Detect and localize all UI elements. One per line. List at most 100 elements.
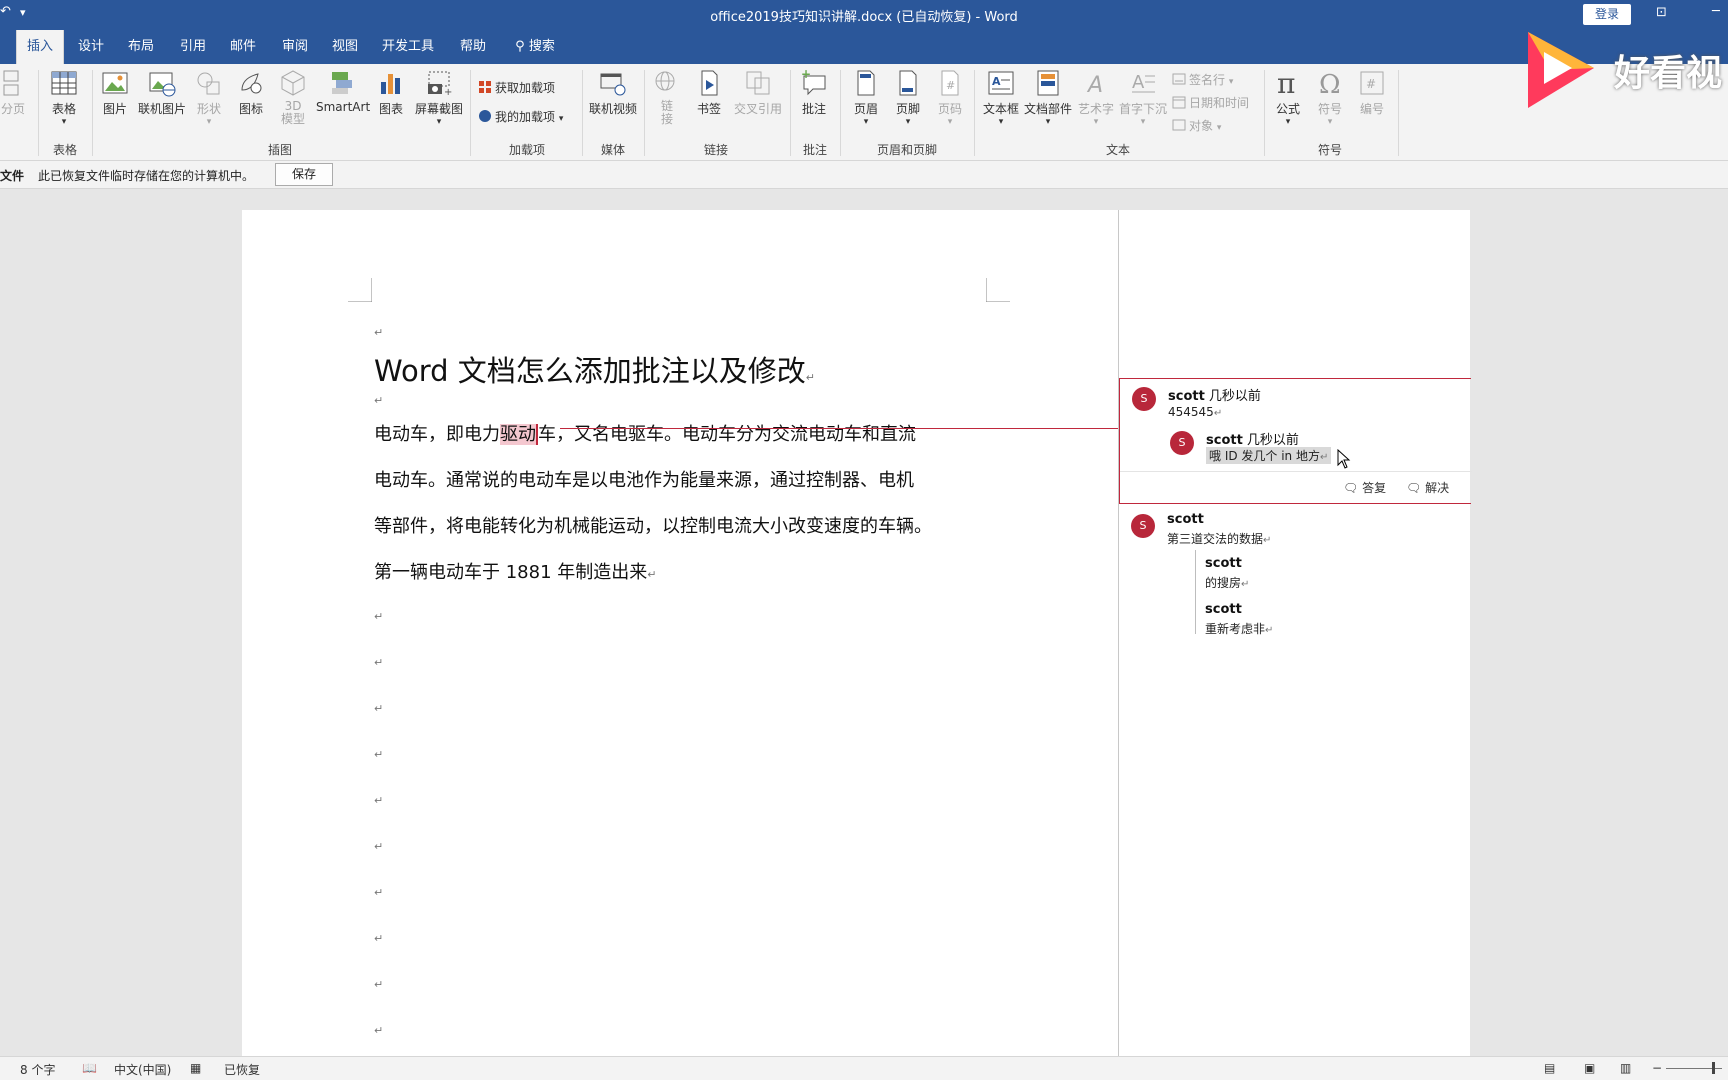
tab-help[interactable]: 帮助	[452, 30, 494, 64]
body-line-4[interactable]: 第一辆电动车于 1881 年制造出来↵	[374, 558, 656, 584]
smartart-button[interactable]: SmartArt	[316, 68, 370, 114]
chevron-down-icon: ▾	[1140, 117, 1146, 127]
shapes-button[interactable]: 形状 ▾	[192, 68, 226, 127]
textbox-button[interactable]: A 文本框 ▾	[980, 68, 1022, 127]
tab-developer[interactable]: 开发工具	[378, 30, 438, 64]
body-line-1[interactable]: 电动车，即电力驱动 车，又名电驱车。电动车分为交流电动车和直流	[374, 420, 916, 446]
document-page[interactable]: ↵ Word 文档怎么添加批注以及修改↵ ↵ 电动车，即电力驱动 车，又名电驱车。…	[242, 210, 1118, 1060]
page-break-button[interactable]: 分页	[0, 68, 26, 117]
word-count[interactable]: 8 个字	[20, 1061, 55, 1078]
online-picture-button[interactable]: 联机图片	[136, 68, 188, 117]
resolve-button[interactable]: 🗨 解决	[1406, 479, 1449, 496]
paragraph-mark: ↵	[1213, 408, 1223, 419]
svg-text:A: A	[1086, 73, 1103, 98]
comment-text[interactable]: 第三道交法的数据↵	[1167, 530, 1271, 547]
login-button[interactable]: 登录	[1583, 4, 1631, 25]
comment-thread-active[interactable]: S scott 几秒以前 454545↵ S scott 几秒以前 哦 ID 发几个…	[1119, 378, 1472, 504]
comment-text[interactable]: 454545↵	[1168, 405, 1222, 419]
group-label-comments: 批注	[802, 143, 827, 157]
object-button[interactable]: 对象 ▾	[1172, 116, 1221, 136]
bookmark-button[interactable]: 书签	[692, 68, 726, 117]
signature-line-button[interactable]: 签名行 ▾	[1172, 70, 1233, 90]
tab-mailings[interactable]: 邮件	[222, 30, 264, 64]
comments-pane: S scott 几秒以前 454545↵ S scott 几秒以前 哦 ID 发几个…	[1118, 210, 1472, 1060]
tab-review[interactable]: 审阅	[274, 30, 316, 64]
margin-corner-mark	[348, 278, 372, 302]
svg-text:+: +	[444, 87, 452, 98]
reply-text[interactable]: 重新考虑非↵	[1205, 620, 1273, 637]
symbol-button[interactable]: Ω 符号 ▾	[1312, 68, 1348, 127]
tab-references[interactable]: 引用	[172, 30, 214, 64]
document-area[interactable]: ↵ Word 文档怎么添加批注以及修改↵ ↵ 电动车，即电力驱动 车，又名电驱车。…	[0, 190, 1728, 1060]
web-layout-icon[interactable]: ▥	[1620, 1061, 1631, 1075]
margin-corner-mark	[986, 278, 1010, 302]
proofing-icon[interactable]: 📖	[82, 1061, 97, 1075]
drop-cap-button[interactable]: A 首字下沉 ▾	[1118, 68, 1168, 127]
tab-design[interactable]: 设计	[70, 30, 112, 64]
paragraph-mark: ↵	[374, 748, 384, 761]
reply-thread-line	[1195, 550, 1196, 634]
reply-text[interactable]: 的搜房↵	[1205, 574, 1249, 591]
equation-button[interactable]: π 公式 ▾	[1270, 68, 1306, 127]
ribbon-display-options-icon[interactable]: ⊡	[1656, 5, 1667, 20]
3d-models-button[interactable]: 3D 模型	[276, 68, 310, 126]
link-button[interactable]: 链 接	[650, 68, 684, 126]
minimize-icon[interactable]: ─	[1712, 4, 1720, 19]
get-addins-button[interactable]: 获取加载项	[478, 78, 555, 98]
group-label-header-footer: 页眉和页脚	[876, 143, 937, 157]
commented-text-highlight[interactable]: 驱动	[500, 424, 538, 445]
zoom-out-icon[interactable]: −	[1652, 1061, 1662, 1075]
save-button[interactable]: 保存	[275, 163, 333, 186]
read-mode-icon[interactable]: ▤	[1544, 1061, 1555, 1075]
page-number-button[interactable]: # 页码 ▾	[932, 68, 968, 127]
new-comment-button[interactable]: + 批注	[796, 68, 832, 117]
picture-button[interactable]: 图片	[98, 68, 132, 117]
online-picture-icon	[149, 72, 176, 97]
mouse-cursor-icon	[1337, 449, 1351, 469]
tab-insert[interactable]: 插入	[16, 30, 64, 64]
group-label-media: 媒体	[600, 143, 625, 157]
chevron-down-icon: ▾	[206, 117, 212, 127]
reply-icon: 🗨	[1343, 481, 1359, 495]
language-indicator[interactable]: 中文(中国)	[114, 1061, 171, 1078]
tab-search[interactable]: ⚲ 搜索	[510, 30, 560, 64]
footer-button[interactable]: 页脚 ▾	[890, 68, 926, 127]
group-separator	[790, 70, 791, 156]
cross-reference-button[interactable]: 交叉引用	[730, 68, 786, 117]
status-bar: 8 个字 📖 中文(中国) ▦ 已恢复 ▤ ▣ ▥ −	[0, 1056, 1728, 1080]
quick-parts-button[interactable]: 文档部件 ▾	[1024, 68, 1072, 127]
numbering-button[interactable]: # 编号	[1354, 68, 1390, 117]
print-layout-icon[interactable]: ▣	[1584, 1061, 1595, 1075]
comment-thread[interactable]: S scott 第三道交法的数据↵ scott 的搜房↵ scott 重新考虑非…	[1119, 506, 1471, 646]
smartart-icon	[332, 72, 352, 94]
document-title[interactable]: Word 文档怎么添加批注以及修改↵	[374, 348, 815, 390]
chart-button[interactable]: 图表	[374, 68, 408, 117]
chevron-down-icon: ▾	[1228, 77, 1234, 87]
group-separator	[582, 70, 583, 156]
macro-icon[interactable]: ▦	[190, 1061, 201, 1075]
paragraph-mark: ↵	[374, 794, 384, 807]
online-video-button[interactable]: 联机视频	[586, 68, 640, 117]
wordart-button[interactable]: A 艺术字 ▾	[1076, 68, 1116, 127]
header-button[interactable]: 页眉 ▾	[848, 68, 884, 127]
search-icon: ⚲	[515, 39, 525, 54]
reply-text-selected[interactable]: 哦 ID 发几个 in 地方↵	[1206, 447, 1332, 464]
tab-layout[interactable]: 布局	[120, 30, 162, 64]
body-line-3[interactable]: 等部件，将电能转化为机械能运动，以控制电流大小改变速度的车辆。	[374, 512, 932, 538]
page-number-icon: #	[941, 70, 959, 96]
date-time-button[interactable]: 日期和时间	[1172, 93, 1249, 113]
tab-view[interactable]: 视图	[324, 30, 366, 64]
comment-connector-line	[560, 428, 1118, 429]
icons-button[interactable]: 图标	[234, 68, 268, 117]
group-separator	[92, 70, 93, 156]
zoom-slider-thumb[interactable]	[1712, 1062, 1715, 1074]
my-addins-button[interactable]: 我的加载项 ▾	[478, 107, 563, 127]
svg-text:#: #	[1366, 77, 1376, 91]
paragraph-mark: ↵	[374, 394, 384, 407]
group-separator	[644, 70, 645, 156]
table-button[interactable]: 表格 ▾	[44, 68, 84, 127]
reply-button[interactable]: 🗨 答复	[1343, 479, 1386, 496]
screenshot-button[interactable]: + 屏幕截图 ▾	[412, 68, 466, 127]
body-line-2[interactable]: 电动车。通常说的电动车是以电池作为能量来源，通过控制器、电机	[374, 466, 914, 492]
paragraph-mark: ↵	[1241, 579, 1250, 590]
